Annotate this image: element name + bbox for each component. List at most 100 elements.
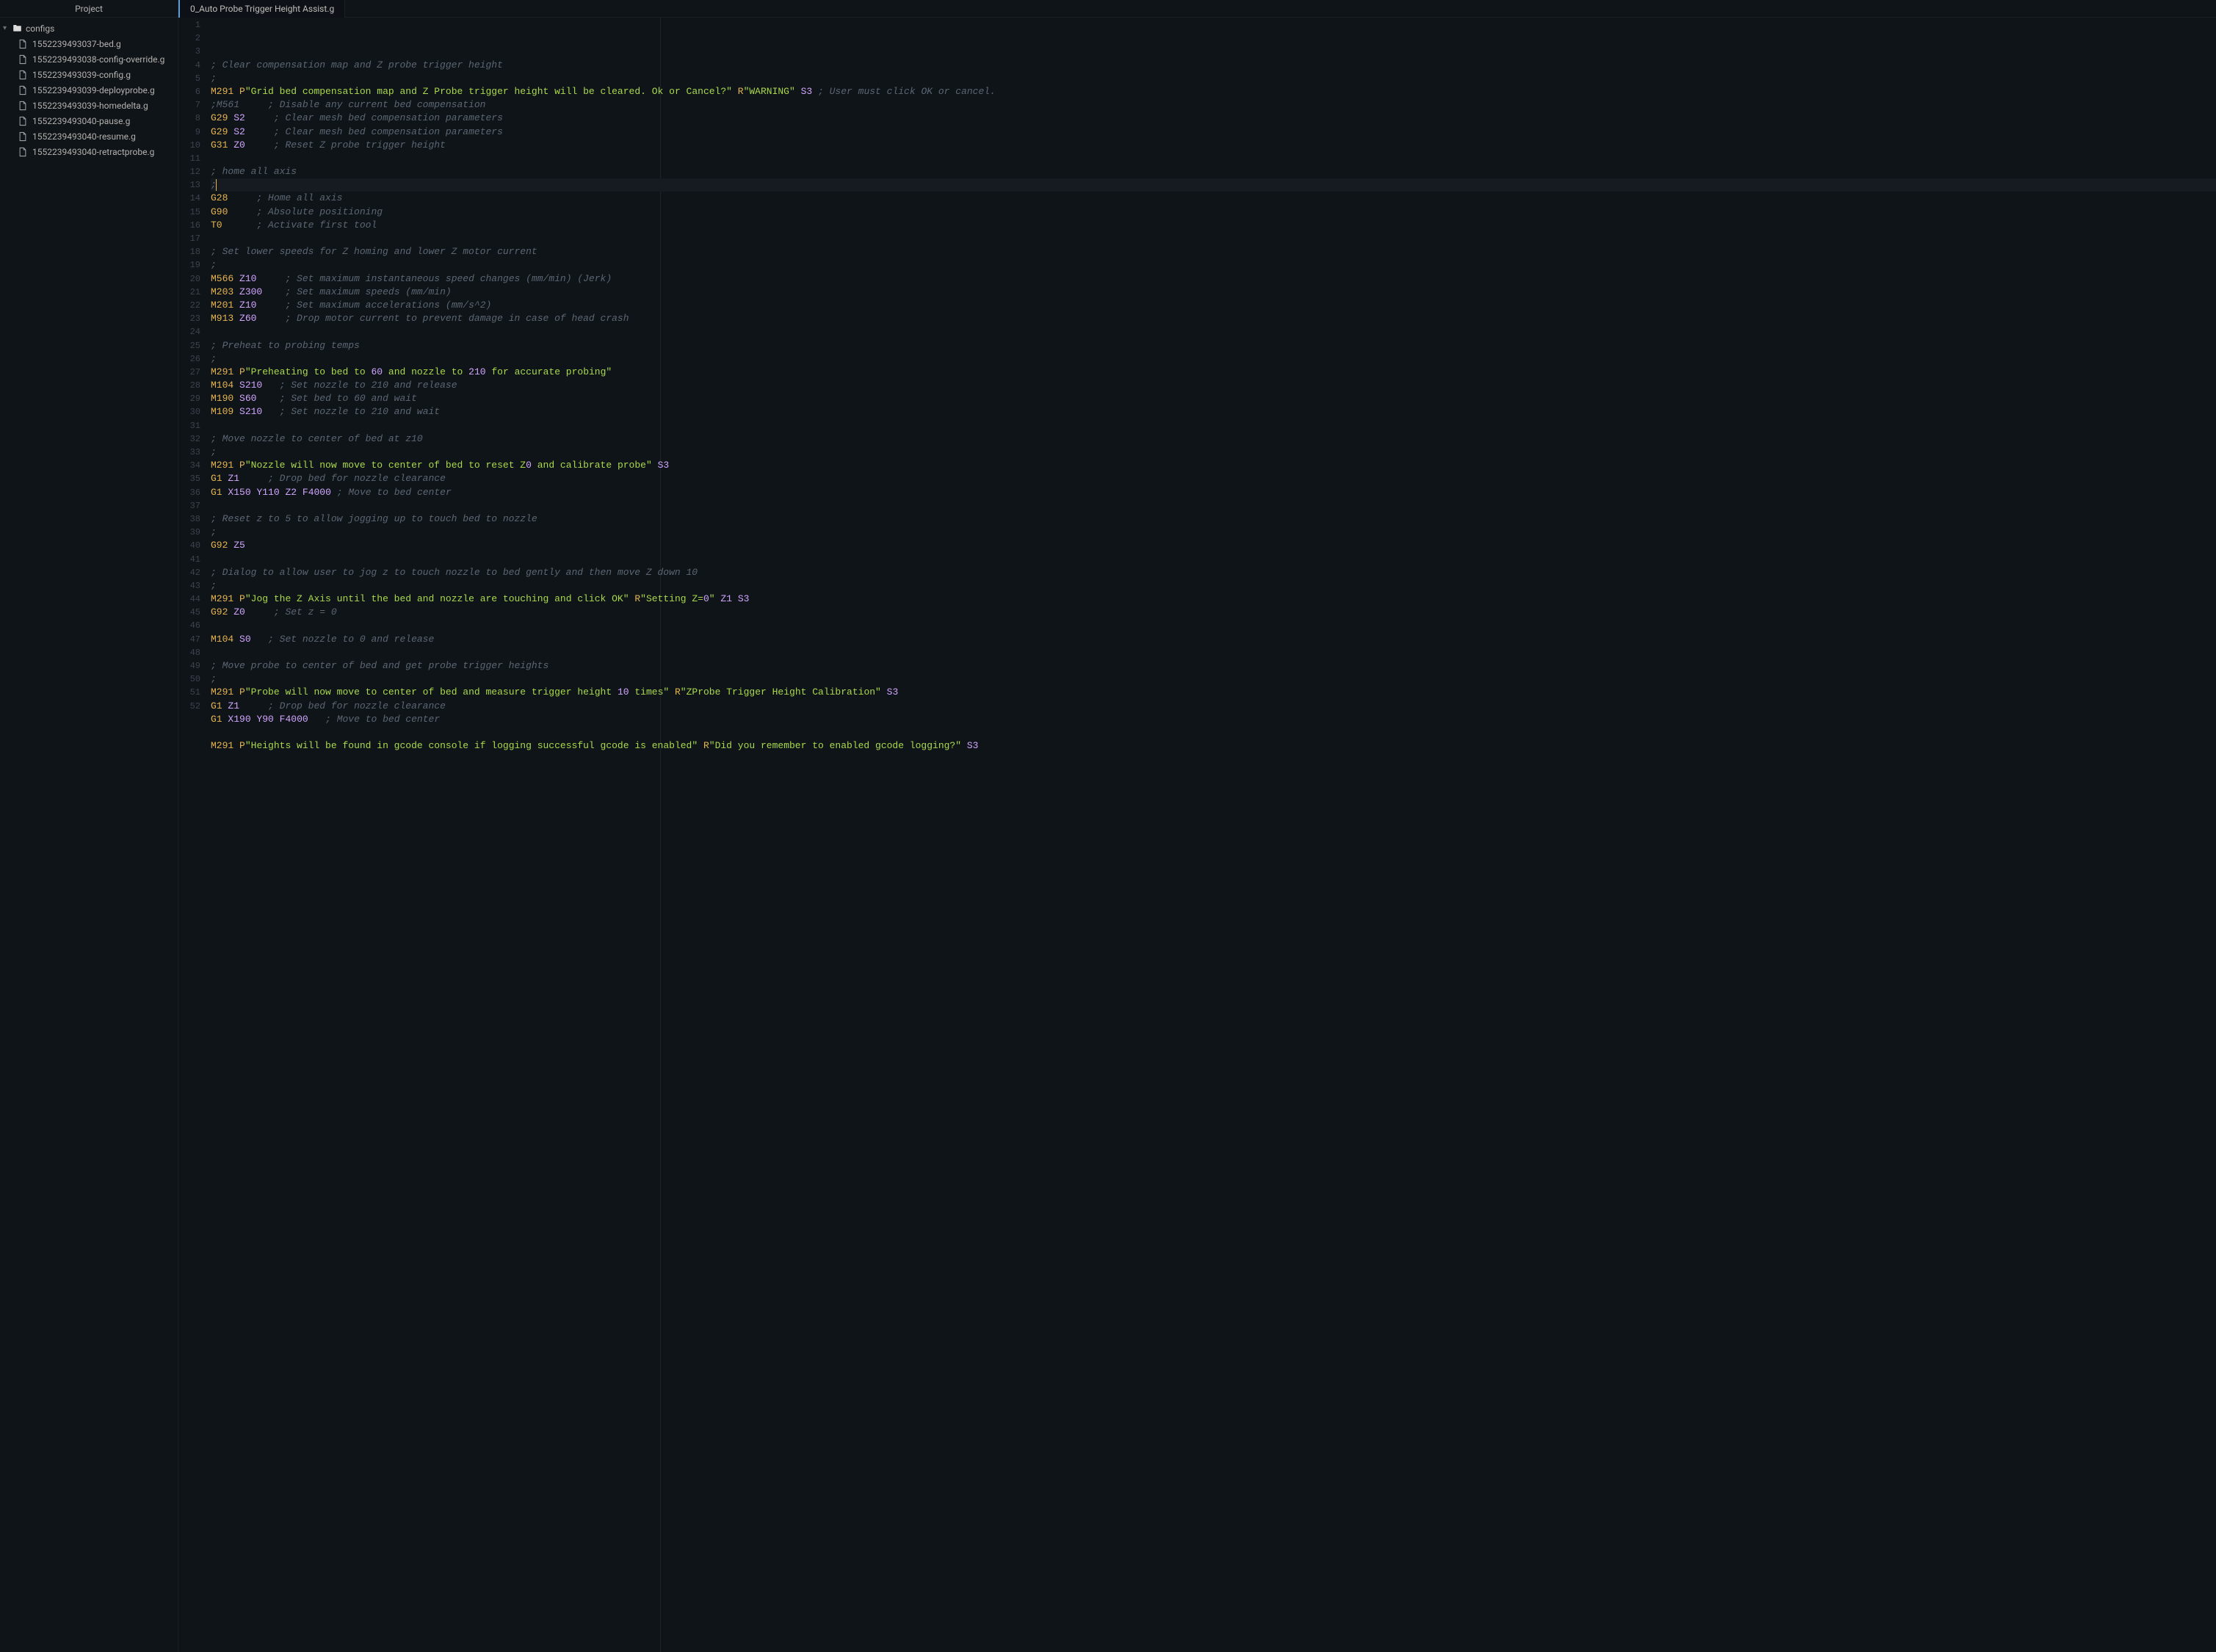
code-line[interactable]: M291 P"Jog the Z Axis until the bed and … <box>211 593 2216 606</box>
code-line[interactable]: M291 P"Probe will now move to center of … <box>211 686 2216 699</box>
code-line[interactable]: ; <box>211 258 2216 272</box>
code-line[interactable]: ; <box>211 178 2216 192</box>
code-line[interactable]: G90 ; Absolute positioning <box>211 206 2216 219</box>
line-number: 46 <box>178 619 208 632</box>
tree-file[interactable]: 1552239493039-config.g <box>0 67 178 82</box>
code-line[interactable]: T0 ; Activate first tool <box>211 219 2216 232</box>
code-line[interactable] <box>211 646 2216 659</box>
file-label: 1552239493039-deployprobe.g <box>32 85 155 95</box>
code-line[interactable]: ; Move probe to center of bed and get pr… <box>211 659 2216 673</box>
folder-label: configs <box>26 23 54 34</box>
line-number: 28 <box>178 379 208 392</box>
line-number: 6 <box>178 85 208 98</box>
code-line[interactable] <box>211 619 2216 632</box>
code-line[interactable]: M566 Z10 ; Set maximum instantaneous spe… <box>211 272 2216 286</box>
tree-file[interactable]: 1552239493040-retractprobe.g <box>0 144 178 159</box>
tree-file[interactable]: 1552239493039-homedelta.g <box>0 98 178 113</box>
tab-active[interactable]: 0_Auto Probe Trigger Height Assist.g <box>178 0 345 18</box>
line-number: 37 <box>178 499 208 512</box>
line-number: 25 <box>178 339 208 352</box>
folder-icon <box>12 23 22 34</box>
code-line[interactable]: ;M561 ; Disable any current bed compensa… <box>211 98 2216 112</box>
tree-file[interactable]: 1552239493037-bed.g <box>0 36 178 51</box>
code-line[interactable]: ; Move nozzle to center of bed at z10 <box>211 432 2216 446</box>
code-line[interactable]: ; Clear compensation map and Z probe tri… <box>211 59 2216 72</box>
file-label: 1552239493038-config-override.g <box>32 54 164 65</box>
line-number: 10 <box>178 139 208 152</box>
code-line[interactable]: ; <box>211 526 2216 539</box>
code-area[interactable]: ; Clear compensation map and Z probe tri… <box>208 18 2216 1652</box>
code-line[interactable]: G92 Z5 <box>211 539 2216 552</box>
file-icon <box>18 116 28 126</box>
file-label: 1552239493040-resume.g <box>32 131 136 142</box>
line-number: 12 <box>178 165 208 178</box>
code-line[interactable]: M203 Z300 ; Set maximum speeds (mm/min) <box>211 286 2216 299</box>
code-line[interactable]: M109 S210 ; Set nozzle to 210 and wait <box>211 405 2216 419</box>
top-bar: Project 0_Auto Probe Trigger Height Assi… <box>0 0 2216 18</box>
code-line[interactable]: ; <box>211 673 2216 686</box>
code-line[interactable]: ; home all axis <box>211 165 2216 178</box>
code-line[interactable]: G1 Z1 ; Drop bed for nozzle clearance <box>211 472 2216 485</box>
code-line[interactable]: M201 Z10 ; Set maximum accelerations (mm… <box>211 299 2216 312</box>
code-line[interactable] <box>211 553 2216 566</box>
code-line[interactable]: M291 P"Nozzle will now move to center of… <box>211 459 2216 472</box>
line-number-gutter: 1234567891011121314151617181920212223242… <box>178 18 208 1652</box>
code-line[interactable]: ; <box>211 352 2216 366</box>
code-line[interactable]: ; <box>211 446 2216 459</box>
line-number: 26 <box>178 352 208 366</box>
code-line[interactable] <box>211 419 2216 432</box>
line-number: 50 <box>178 673 208 686</box>
code-line[interactable]: G31 Z0 ; Reset Z probe trigger height <box>211 139 2216 152</box>
code-line[interactable] <box>211 726 2216 739</box>
code-line[interactable]: M913 Z60 ; Drop motor current to prevent… <box>211 312 2216 325</box>
line-number: 22 <box>178 299 208 312</box>
code-line[interactable]: G1 X190 Y90 F4000 ; Move to bed center <box>211 713 2216 726</box>
code-line[interactable]: ; Set lower speeds for Z homing and lowe… <box>211 245 2216 258</box>
line-number: 2 <box>178 32 208 45</box>
code-line[interactable]: M104 S0 ; Set nozzle to 0 and release <box>211 633 2216 646</box>
chevron-down-icon: ▾ <box>3 24 12 32</box>
code-line[interactable]: ; Dialog to allow user to jog z to touch… <box>211 566 2216 579</box>
code-line[interactable]: G29 S2 ; Clear mesh bed compensation par… <box>211 112 2216 125</box>
code-line[interactable]: M104 S210 ; Set nozzle to 210 and releas… <box>211 379 2216 392</box>
tree-file[interactable]: 1552239493040-resume.g <box>0 128 178 144</box>
code-line[interactable]: G92 Z0 ; Set z = 0 <box>211 606 2216 619</box>
code-line[interactable]: G29 S2 ; Clear mesh bed compensation par… <box>211 126 2216 139</box>
code-editor[interactable]: 1234567891011121314151617181920212223242… <box>178 18 2216 1652</box>
line-number: 51 <box>178 686 208 699</box>
line-number: 3 <box>178 45 208 58</box>
line-number: 44 <box>178 593 208 606</box>
code-line[interactable]: G1 Z1 ; Drop bed for nozzle clearance <box>211 700 2216 713</box>
line-number: 1 <box>178 18 208 32</box>
code-line[interactable] <box>211 152 2216 165</box>
line-number: 48 <box>178 646 208 659</box>
code-line[interactable]: ; Reset z to 5 to allow jogging up to to… <box>211 512 2216 526</box>
code-line[interactable] <box>211 325 2216 338</box>
line-number: 31 <box>178 419 208 432</box>
tree-file[interactable]: 1552239493038-config-override.g <box>0 51 178 67</box>
code-line[interactable]: G28 ; Home all axis <box>211 192 2216 205</box>
line-number: 41 <box>178 553 208 566</box>
line-number: 27 <box>178 366 208 379</box>
line-number: 20 <box>178 272 208 286</box>
line-number: 33 <box>178 446 208 459</box>
line-number: 7 <box>178 98 208 112</box>
tree-folder-configs[interactable]: ▾ configs <box>0 21 178 36</box>
file-icon <box>18 131 28 142</box>
code-line[interactable]: ; <box>211 579 2216 593</box>
file-tree-sidebar[interactable]: ▾ configs 1552239493037-bed.g 15522394930… <box>0 18 178 1652</box>
code-line[interactable]: G1 X150 Y110 Z2 F4000 ; Move to bed cent… <box>211 486 2216 499</box>
tree-file[interactable]: 1552239493039-deployprobe.g <box>0 82 178 98</box>
code-line[interactable]: ; Preheat to probing temps <box>211 339 2216 352</box>
code-line[interactable] <box>211 232 2216 245</box>
code-line[interactable] <box>211 499 2216 512</box>
line-number: 47 <box>178 633 208 646</box>
code-line[interactable]: M291 P"Grid bed compensation map and Z P… <box>211 85 2216 98</box>
file-label: 1552239493040-pause.g <box>32 116 130 126</box>
file-icon <box>18 70 28 80</box>
tree-file[interactable]: 1552239493040-pause.g <box>0 113 178 128</box>
code-line[interactable]: ; <box>211 72 2216 85</box>
code-line[interactable]: M291 P"Heights will be found in gcode co… <box>211 739 2216 753</box>
code-line[interactable]: M291 P"Preheating to bed to 60 and nozzl… <box>211 366 2216 379</box>
code-line[interactable]: M190 S60 ; Set bed to 60 and wait <box>211 392 2216 405</box>
